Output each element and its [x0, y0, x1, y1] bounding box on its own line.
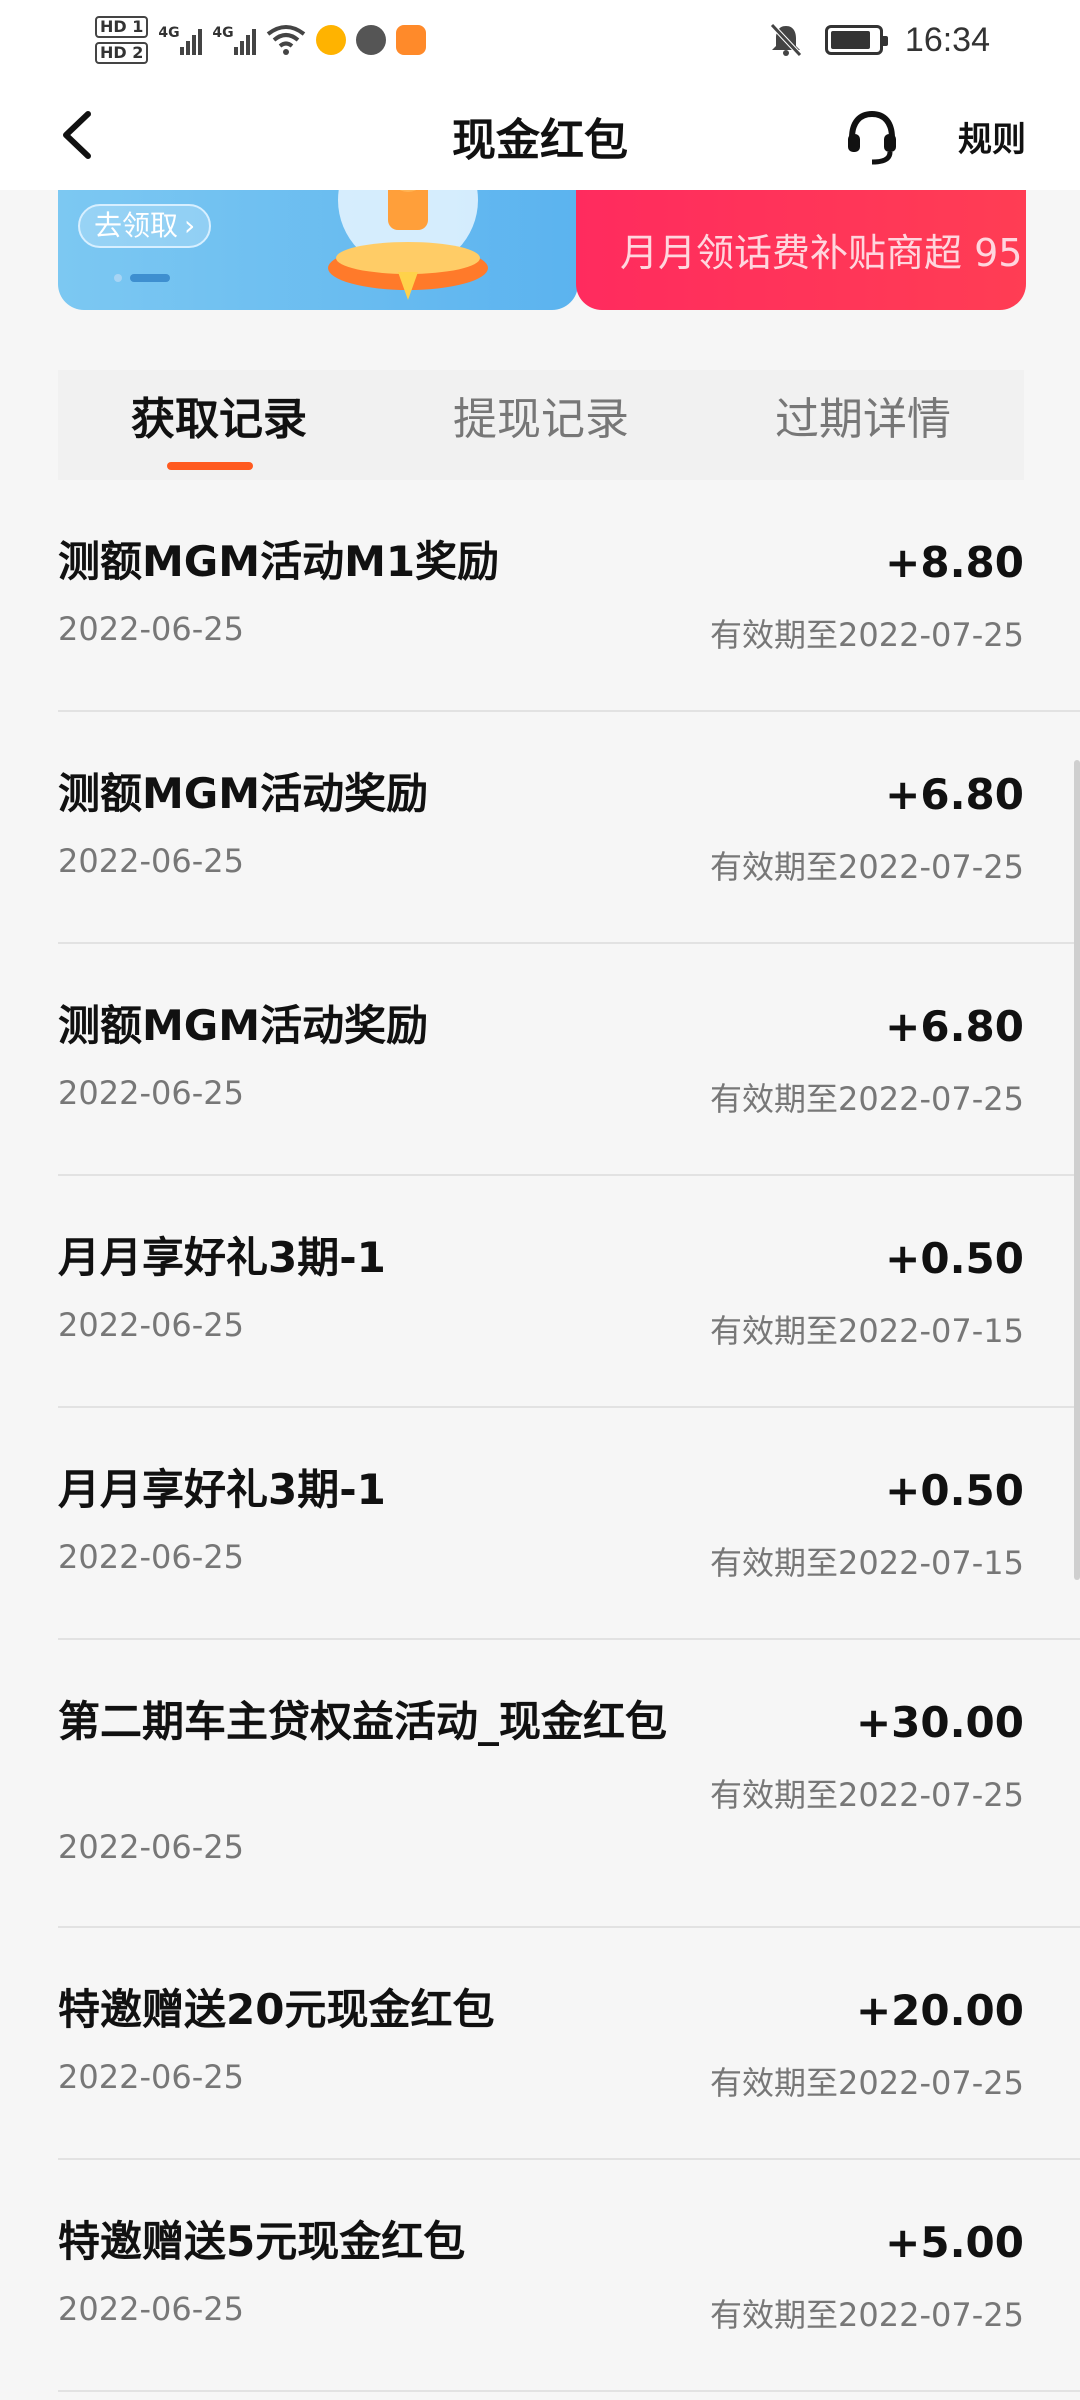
signal-icon-2: 4G [212, 25, 257, 55]
hd-badge-1: HD 1 [95, 16, 149, 38]
list-item[interactable]: 月月享好礼3期-1 2022-06-25 +0.50 有效期至2022-07-1… [58, 1408, 1080, 1640]
record-amount: +0.50 [885, 1234, 1024, 1283]
battery-icon [824, 25, 888, 55]
banner-card-left[interactable]: 去领取 › [58, 190, 578, 310]
record-amount: +6.80 [885, 1002, 1024, 1051]
status-right: 16:34 [769, 10, 990, 70]
record-date: 2022-06-25 [58, 1538, 244, 1576]
page-title: 现金红包 [452, 115, 628, 166]
signal-label-2: 4G [212, 25, 234, 41]
record-expiry: 有效期至2022-07-25 [710, 616, 1024, 654]
record-date: 2022-06-25 [58, 842, 244, 880]
tab-withdrawals[interactable]: 提现记录 [380, 370, 702, 480]
list-item[interactable]: 测额MGM活动M1奖励 2022-06-25 +8.80 有效期至2022-07… [58, 480, 1080, 712]
record-title: 月月享好礼3期-1 [58, 1233, 386, 1282]
hd-badge-2: HD 2 [95, 42, 149, 64]
record-expiry: 有效期至2022-07-25 [710, 2064, 1024, 2102]
rules-link[interactable]: 规则 [958, 112, 1026, 161]
record-title: 测额MGM活动M1奖励 [58, 537, 500, 586]
clock: 16:34 [904, 20, 990, 59]
record-expiry: 有效期至2022-07-25 [710, 1776, 1024, 1814]
record-amount: +8.80 [885, 538, 1024, 587]
list-item[interactable]: 测额MGM活动奖励 2022-06-25 +6.80 有效期至2022-07-2… [58, 712, 1080, 944]
record-list: 测额MGM活动M1奖励 2022-06-25 +8.80 有效期至2022-07… [0, 480, 1080, 2392]
app-icon-play [396, 25, 427, 55]
status-bar: HD 1 HD 2 4G 4G 16:34 [0, 0, 1080, 80]
record-date: 2022-06-25 [58, 1074, 244, 1112]
list-item[interactable]: 特邀赠送5元现金红包 2022-06-25 +5.00 有效期至2022-07-… [58, 2160, 1080, 2392]
list-item[interactable]: 月月享好礼3期-1 2022-06-25 +0.50 有效期至2022-07-1… [58, 1176, 1080, 1408]
status-left: HD 1 HD 2 4G 4G [95, 10, 427, 70]
tab-acquired[interactable]: 获取记录 [58, 370, 380, 480]
list-item[interactable]: 特邀赠送20元现金红包 2022-06-25 +20.00 有效期至2022-0… [58, 1928, 1080, 2160]
record-expiry: 有效期至2022-07-25 [710, 848, 1024, 886]
headset-icon[interactable] [840, 104, 904, 168]
banner-carousel[interactable]: 去领取 › 月月领话费补贴商超 95 [0, 190, 1080, 340]
bell-muted-icon [770, 23, 802, 57]
tab-label: 过期详情 [775, 394, 951, 445]
claim-button[interactable]: 去领取 › [78, 204, 212, 248]
record-title: 第二期车主贷权益活动_现金红包 [58, 1697, 668, 1746]
chevron-right-icon: › [184, 209, 196, 242]
wifi-icon [267, 25, 306, 55]
record-title: 特邀赠送5元现金红包 [58, 2217, 466, 2266]
record-amount: +5.00 [885, 2218, 1024, 2267]
record-tabs: 获取记录 提现记录 过期详情 [58, 370, 1024, 480]
record-expiry: 有效期至2022-07-25 [710, 1080, 1024, 1118]
hd-badges: HD 1 HD 2 [95, 16, 149, 64]
record-amount: +20.00 [855, 1986, 1024, 2035]
promo-text: 月月领话费补贴商超 95 [620, 231, 1023, 275]
tab-label: 获取记录 [131, 394, 307, 445]
record-date: 2022-06-25 [58, 2290, 244, 2328]
record-title: 测额MGM活动奖励 [58, 769, 429, 818]
list-item[interactable]: 第二期车主贷权益活动_现金红包 2022-06-25 +30.00 有效期至20… [58, 1640, 1080, 1928]
record-expiry: 有效期至2022-07-15 [710, 1312, 1024, 1350]
nav-bar: 现金红包 规则 [0, 80, 1080, 190]
record-title: 月月享好礼3期-1 [58, 1465, 386, 1514]
signal-icon-1: 4G [158, 25, 203, 55]
record-date: 2022-06-25 [58, 1306, 244, 1344]
app-icon-cartoon [316, 25, 347, 55]
record-amount: +6.80 [885, 770, 1024, 819]
app-icon-ball [356, 25, 387, 55]
banner-card-right[interactable]: 月月领话费补贴商超 95 [576, 190, 1026, 310]
record-date: 2022-06-25 [58, 1828, 244, 1866]
record-date: 2022-06-25 [58, 610, 244, 648]
carousel-dots [114, 274, 170, 282]
snow-globe-illustration [328, 190, 488, 300]
signal-label-1: 4G [158, 25, 180, 41]
active-tab-indicator [167, 462, 253, 470]
record-expiry: 有效期至2022-07-15 [710, 1544, 1024, 1582]
record-date: 2022-06-25 [58, 2058, 244, 2096]
tab-expired[interactable]: 过期详情 [702, 370, 1024, 480]
scrollbar[interactable] [1074, 760, 1080, 1580]
claim-label: 去领取 [94, 209, 179, 242]
list-item[interactable]: 测额MGM活动奖励 2022-06-25 +6.80 有效期至2022-07-2… [58, 944, 1080, 1176]
record-title: 测额MGM活动奖励 [58, 1001, 429, 1050]
record-title: 特邀赠送20元现金红包 [58, 1985, 495, 2034]
record-amount: +0.50 [885, 1466, 1024, 1515]
record-expiry: 有效期至2022-07-25 [710, 2296, 1024, 2334]
tab-label: 提现记录 [453, 394, 629, 445]
record-amount: +30.00 [855, 1698, 1024, 1747]
